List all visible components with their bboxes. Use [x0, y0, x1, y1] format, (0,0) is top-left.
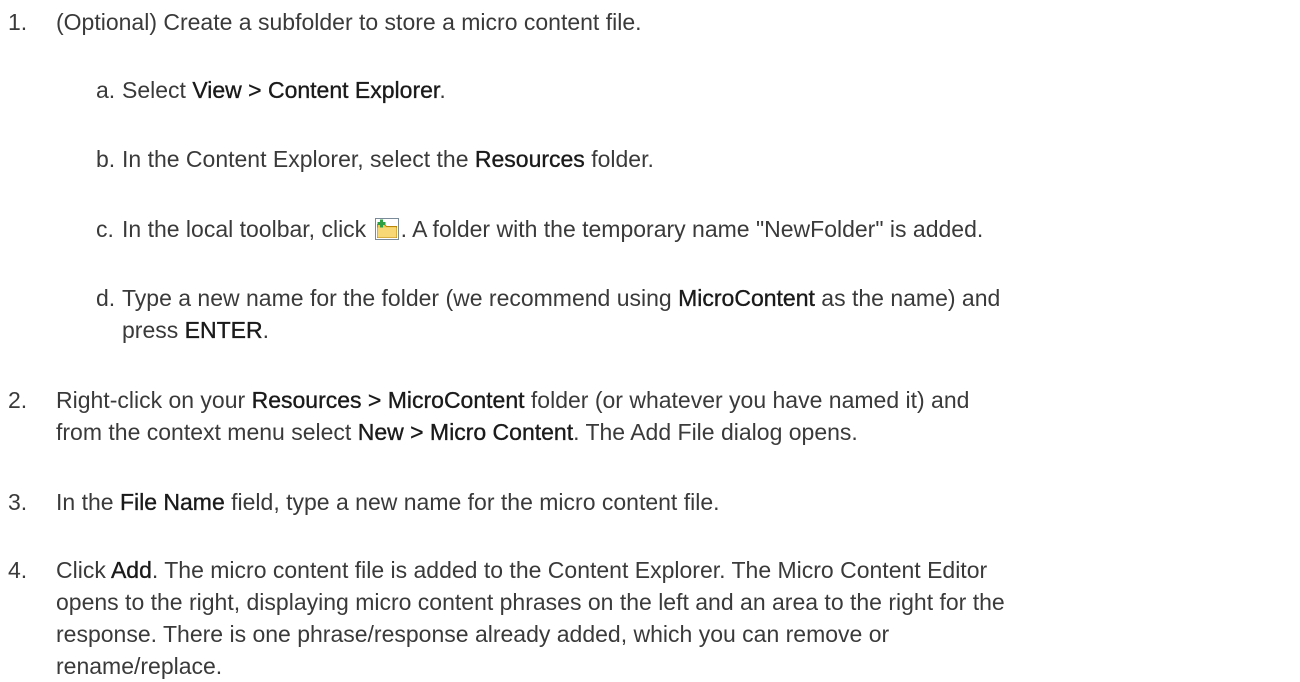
step-number: 4.: [8, 557, 28, 583]
step-text: Click Add. The micro content file is add…: [56, 554, 1256, 682]
text-run: In the: [56, 489, 120, 515]
text-run: response. There is one phrase/response a…: [56, 621, 890, 647]
ui-resources-microcontent-folder: Resources > MicroContent: [251, 387, 525, 413]
step-number: 2.: [8, 387, 28, 413]
substep-text: Select View > Content Explorer.: [122, 74, 1272, 106]
text-run: In the local toolbar, click: [122, 216, 373, 242]
text-run: folder.: [584, 146, 654, 172]
text-run: folder (or whatever you have named it) a…: [524, 387, 970, 413]
ui-add-button-ref: Add: [110, 557, 152, 583]
text-run: Type a new name for the folder (we recom…: [122, 285, 679, 311]
step-number: 3.: [8, 489, 28, 515]
step-text: Right-click on your Resources > MicroCon…: [56, 384, 1256, 448]
text-run: .: [262, 317, 269, 343]
step-number: 1.: [8, 9, 28, 35]
ui-resources-folder: Resources: [474, 146, 585, 172]
ui-new-micro-content: New > Micro Content: [357, 419, 574, 445]
ui-file-name-field: File Name: [119, 489, 225, 515]
text-run: In the Content Explorer, select the: [122, 146, 475, 172]
text-run: opens to the right, displaying micro con…: [56, 589, 1005, 615]
text-run: .: [439, 77, 446, 103]
procedure-document: 1. (Optional) Create a subfolder to stor…: [0, 0, 1300, 679]
ui-enter-key: ENTER: [184, 317, 263, 343]
ui-microcontent-name: MicroContent: [678, 285, 815, 311]
step-text: (Optional) Create a subfolder to store a…: [56, 9, 642, 35]
text-run: . The Add File dialog opens.: [573, 419, 858, 445]
text-run: field, type a new name for the micro con…: [224, 489, 720, 515]
text-run: Click: [56, 557, 111, 583]
text-run: from the context menu select: [56, 419, 358, 445]
substep-text: In the Content Explorer, select the Reso…: [122, 143, 1272, 175]
text-run: . The micro content file is added to the…: [151, 557, 988, 583]
ui-path-view-content-explorer: View > Content Explorer: [192, 77, 440, 103]
step-text: In the File Name field, type a new name …: [56, 486, 1256, 518]
text-run: rename/replace.: [56, 653, 223, 679]
text-run: Select: [122, 77, 193, 103]
text-run: press: [122, 317, 185, 343]
new-folder-icon: [374, 216, 399, 240]
text-run: . A folder with the temporary name "NewF…: [400, 216, 984, 242]
substep-text: In the local toolbar, click . A folder w…: [122, 213, 1272, 245]
substep-text: Type a new name for the folder (we recom…: [122, 282, 1272, 346]
text-run: as the name) and: [814, 285, 1001, 311]
text-run: Right-click on your: [56, 387, 252, 413]
